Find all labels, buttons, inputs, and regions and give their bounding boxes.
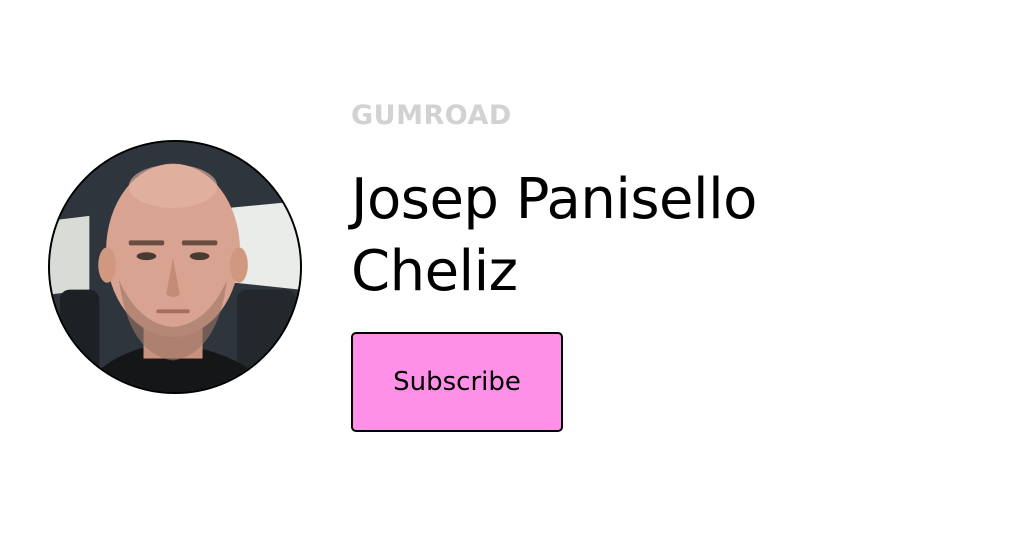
subscribe-button[interactable]: Subscribe [351, 332, 563, 432]
profile-name: Josep Panisello Cheliz [351, 167, 757, 304]
profile-content: GUMROAD Josep Panisello Cheliz Subscribe [351, 100, 991, 432]
avatar [48, 140, 302, 394]
avatar-photo [50, 142, 300, 392]
gumroad-logo: GUMROAD [351, 100, 512, 131]
profile-card: GUMROAD Josep Panisello Cheliz Subscribe [0, 0, 1024, 536]
